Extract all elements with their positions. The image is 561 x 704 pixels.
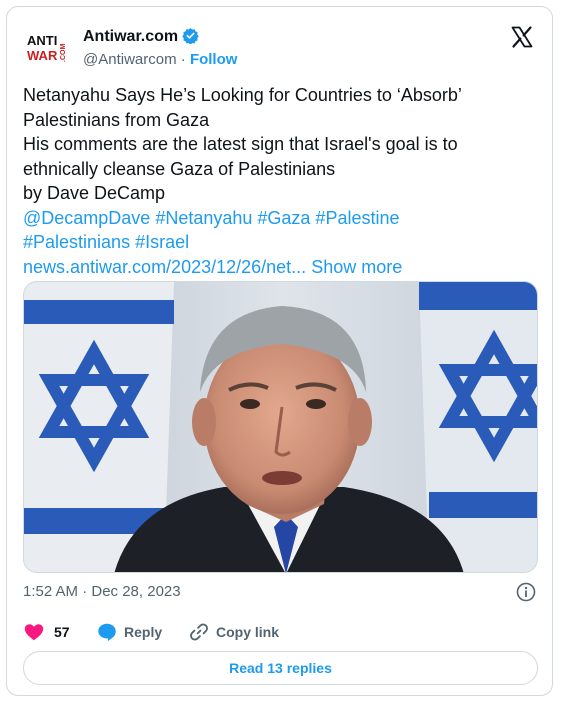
handle-line: @Antiwarcom · Follow (83, 51, 237, 68)
avatar[interactable]: ANTI WAR .COM (25, 29, 75, 67)
follow-button[interactable]: Follow (190, 51, 238, 68)
tweet-tags-line[interactable]: #Palestinians #Israel (23, 230, 538, 255)
tweet-line: His comments are the latest sign that Is… (23, 134, 458, 154)
like-action[interactable]: 57 (23, 621, 70, 643)
logo-text-top: ANTI (27, 33, 57, 48)
x-logo-icon[interactable] (510, 25, 534, 49)
info-icon[interactable] (516, 582, 536, 602)
author-handle[interactable]: @Antiwarcom (83, 51, 177, 68)
reply-label[interactable]: Reply (124, 624, 162, 640)
separator-dot: · (180, 51, 186, 68)
reply-bubble-icon[interactable] (96, 621, 118, 643)
article-link[interactable]: news.antiwar.com/2023/12/26/net... (23, 257, 306, 277)
copy-link-action[interactable]: Copy link (188, 621, 279, 643)
reply-action[interactable]: Reply (96, 621, 162, 643)
tweet-line: by Dave DeCamp (23, 183, 166, 203)
like-count: 57 (54, 624, 70, 640)
copy-link-label[interactable]: Copy link (216, 624, 279, 640)
tweet-line: Netanyahu Says He’s Looking for Countrie… (23, 85, 462, 105)
tweet-line: Palestinians from Gaza (23, 109, 210, 130)
logo-text-side: .COM (60, 44, 67, 62)
read-replies-button[interactable]: Read 13 replies (23, 651, 538, 685)
copy-link-icon[interactable] (188, 621, 210, 643)
author-name[interactable]: Antiwar.com (83, 28, 178, 45)
photo-illustration (24, 282, 537, 572)
tweet-body: Netanyahu Says He’s Looking for Countrie… (23, 83, 538, 279)
display-name[interactable]: Antiwar.com (83, 27, 199, 46)
tweet-photo[interactable] (23, 281, 538, 573)
timestamp[interactable]: 1:52 AM · Dec 28, 2023 (23, 583, 181, 600)
logo-text-bottom: WAR (27, 48, 58, 63)
tweet-tags-line[interactable]: @DecampDave #Netanyahu #Gaza #Palestine (23, 206, 538, 231)
show-more-link[interactable]: Show more (311, 257, 402, 277)
tweet-line: ethnically cleanse Gaza of Palestinians (23, 158, 336, 179)
verified-badge-icon (182, 28, 199, 44)
heart-icon[interactable] (23, 621, 45, 643)
tweet-card: ANTI WAR .COM Antiwar.com @Antiwarcom · … (6, 6, 553, 696)
